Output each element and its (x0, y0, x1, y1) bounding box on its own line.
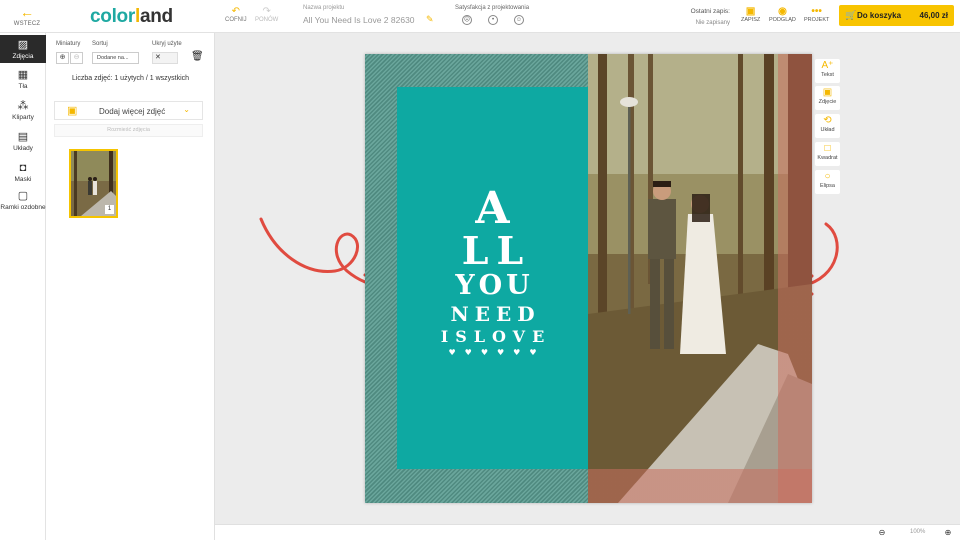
photo-thumbnail[interactable]: 1 (69, 149, 118, 218)
top-header: ← WSTECZ colorland ↶ COFNIJ ↷ PONÓW Nazw… (0, 0, 960, 33)
add-photo-button[interactable]: ▣ Zdjęcie (815, 86, 840, 110)
add-square-button[interactable]: □ Kwadrat (815, 142, 840, 166)
rail-item-masks[interactable]: ◘ Maski (0, 162, 46, 183)
rail-item-cliparts[interactable]: ⁂ Kliparty (0, 100, 46, 121)
teal-text-block[interactable]: A LL YOU NEED ISLOVE ♥♥♥♥♥♥ (397, 87, 588, 469)
add-to-cart-button[interactable]: 🛒 Do koszyka 46,00 zł (839, 5, 954, 26)
last-save-label: Ostatni zapis: (690, 8, 730, 15)
frame-icon: ▢ (17, 190, 29, 202)
close-icon: ✕ (155, 54, 161, 61)
add-photos-button[interactable]: ▣ Dodaj więcej zdjęć ⌄ (54, 101, 203, 120)
wedding-photo[interactable] (588, 54, 812, 503)
ellipse-icon: ○ (824, 171, 831, 182)
text-add-icon: A⁺ (821, 60, 834, 71)
left-tool-rail: ▨ Zdjęcia ▦ Tła ⁂ Kliparty ▤ Układy ◘ Ma… (0, 33, 46, 540)
add-ellipse-button[interactable]: ○ Elipsa (815, 170, 840, 194)
change-layout-button[interactable]: ⟲ Układ (815, 114, 840, 138)
background-icon: ▦ (17, 69, 29, 81)
image-add-icon: ▣ (67, 105, 78, 117)
photo-page[interactable]: A LL YOU NEED ISLOVE ♥♥♥♥♥♥ (365, 54, 812, 503)
arrange-photos-button[interactable]: Rozmieść zdjęcia (54, 124, 203, 137)
rail-item-layouts[interactable]: ▤ Układy (0, 131, 46, 152)
hide-used-label: Ukryj użyte (152, 41, 182, 47)
layout-icon: ▤ (17, 131, 29, 143)
layout-swap-icon: ⟲ (823, 115, 832, 126)
poster-text[interactable]: A LL YOU NEED ISLOVE ♥♥♥♥♥♥ (397, 187, 588, 358)
magnifier-plus-icon: ⊕ (59, 54, 66, 61)
clipart-icon: ⁂ (17, 100, 29, 112)
rail-item-frames[interactable]: ▢ Ramki ozdobne (0, 190, 46, 211)
hide-used-toggle[interactable]: ✕ (152, 52, 178, 64)
project-menu-button[interactable]: ••• PROJEKT (804, 6, 829, 23)
eye-icon: ◉ (778, 6, 787, 17)
zoom-value: 100% (910, 529, 926, 535)
back-button[interactable]: ← WSTECZ (10, 4, 44, 27)
magnifier-minus-icon: ⊖ (73, 54, 80, 61)
design-canvas-area: A LL YOU NEED ISLOVE ♥♥♥♥♥♥ A⁺ Tekst ▣ Z… (215, 33, 960, 524)
save-button[interactable]: ▣ ZAPISZ (741, 6, 760, 23)
photo-count-text: Liczba zdjęć: 1 użytych / 1 wszystkich (71, 75, 190, 82)
redo-icon: ↷ (262, 6, 271, 17)
zoom-out-button[interactable]: ⊖ (875, 527, 889, 538)
back-label: WSTECZ (13, 21, 41, 27)
add-text-button[interactable]: A⁺ Tekst (815, 59, 840, 83)
project-name-input[interactable] (303, 15, 438, 25)
zoom-in-button[interactable]: ⊕ (941, 527, 955, 538)
arrow-left-icon: ← (20, 4, 34, 20)
image-add-icon: ▣ (822, 87, 833, 98)
undo-icon: ↶ (231, 6, 241, 17)
save-icon: ▣ (745, 6, 756, 17)
sort-label: Sortuj (92, 41, 108, 47)
zoom-in-thumbs-button[interactable]: ⊕ (56, 52, 69, 64)
magnifier-plus-icon: ⊕ (944, 528, 952, 537)
usage-count-badge: 1 (105, 205, 114, 214)
happy-face-icon[interactable]: ☺ (514, 15, 524, 25)
zoom-bar: ⊖ 100% ⊕ (215, 524, 960, 540)
rail-item-backgrounds[interactable]: ▦ Tła (0, 69, 46, 90)
rail-item-photos[interactable]: ▨ Zdjęcia (0, 35, 46, 63)
undo-button[interactable]: ↶ COFNIJ (225, 6, 247, 24)
pencil-icon[interactable]: ✎ (426, 14, 434, 25)
preview-button[interactable]: ◉ PODGLĄD (769, 6, 796, 23)
hearts-row: ♥♥♥♥♥♥ (448, 347, 546, 357)
project-name-label: Nazwa projektu (303, 5, 345, 11)
more-dots-icon: ••• (811, 6, 822, 17)
chevron-down-icon: ⌄ (183, 105, 190, 114)
satisfaction-label: Satysfakcja z projektowania (455, 5, 530, 11)
sort-select[interactable]: Dodane na... (92, 52, 139, 64)
mask-icon: ◘ (19, 162, 27, 174)
redo-button[interactable]: ↷ PONÓW (255, 6, 278, 24)
cart-price: 46,00 zł (919, 11, 948, 20)
colorland-logo[interactable]: colorland (90, 6, 173, 28)
thumbs-size-label: Miniatury (56, 41, 81, 47)
neutral-face-icon[interactable]: • (488, 15, 498, 25)
magnifier-minus-icon: ⊖ (878, 528, 886, 537)
editor-app: ← WSTECZ colorland ↶ COFNIJ ↷ PONÓW Nazw… (0, 0, 960, 540)
sad-face-icon[interactable]: ☹ (462, 15, 472, 25)
image-icon: ▨ (17, 39, 29, 51)
cart-icon: 🛒 (845, 10, 857, 20)
photos-panel: Miniatury Sortuj Ukryj użyte ⊕ ⊖ Dodane … (46, 33, 215, 540)
square-icon: □ (824, 143, 831, 154)
trash-icon[interactable]: 🗑 (191, 51, 204, 62)
last-save-value: Nie zapisany (695, 20, 730, 26)
zoom-out-thumbs-button[interactable]: ⊖ (70, 52, 83, 64)
